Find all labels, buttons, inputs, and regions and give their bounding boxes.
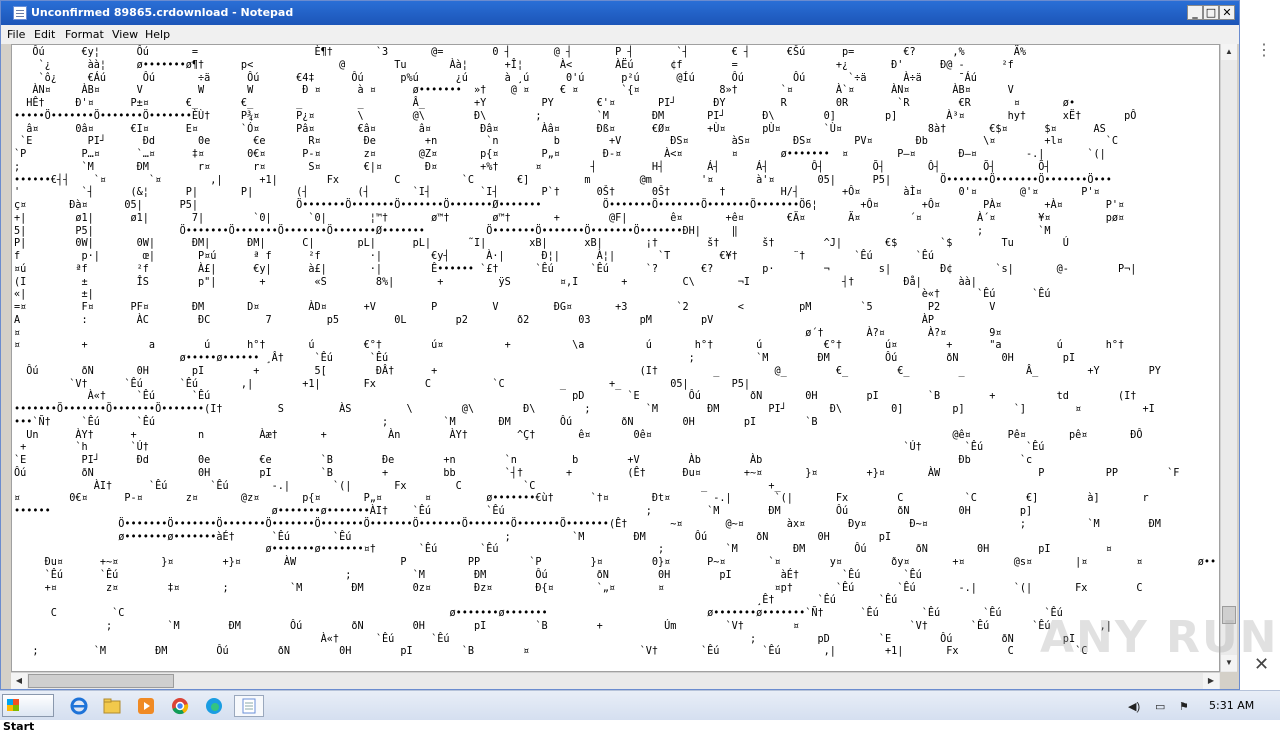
menu-edit[interactable]: Edit [34, 28, 55, 41]
menu-format[interactable]: Format [65, 28, 104, 41]
browser-side-strip [1240, 0, 1280, 690]
start-label: Start [3, 720, 35, 733]
horizontal-scrollbar[interactable]: ◀ ▶ [11, 672, 1220, 689]
menu-file[interactable]: File [7, 28, 25, 41]
windows-logo-icon [7, 699, 19, 711]
action-center-flag-icon[interactable]: ⚑ [1179, 700, 1189, 713]
editor-content[interactable]: Ôú €y¦ Ôú = È¶† `3 @= 0 ┤ @ ┤ P ┤ `┤ € ┤… [12, 45, 1219, 659]
chrome-icon[interactable] [169, 695, 191, 717]
notepad-window: Unconfirmed 89865.crdownload - Notepad _… [0, 0, 1240, 690]
menu-bar: File Edit Format View Help [1, 25, 1239, 44]
start-button[interactable]: Start [2, 694, 54, 733]
anyrun-watermark: ANY RUN [1040, 612, 1279, 663]
scroll-up-arrow-icon[interactable]: ▲ [1221, 44, 1237, 60]
menu-help[interactable]: Help [145, 28, 170, 41]
close-button[interactable]: ✕ [1219, 5, 1235, 20]
scroll-right-arrow-icon[interactable]: ▶ [1203, 673, 1219, 689]
horizontal-scroll-thumb[interactable] [28, 674, 174, 688]
kebab-menu-icon[interactable]: ⋮ [1256, 43, 1272, 59]
menu-view[interactable]: View [112, 28, 138, 41]
notepad-icon [13, 6, 27, 20]
title-bar[interactable]: Unconfirmed 89865.crdownload - Notepad _… [1, 1, 1239, 25]
scroll-left-arrow-icon[interactable]: ◀ [11, 673, 27, 689]
internet-explorer-icon[interactable] [68, 695, 90, 717]
edge-icon[interactable] [203, 695, 225, 717]
file-explorer-icon[interactable] [101, 695, 123, 717]
maximize-button[interactable]: □ [1203, 5, 1219, 20]
taskbar-clock[interactable]: 5:31 AM [1209, 699, 1254, 712]
vertical-scrollbar[interactable]: ▲ ▼ [1220, 44, 1237, 672]
network-icon[interactable]: ▭ [1155, 700, 1165, 713]
text-editor[interactable]: Ôú €y¦ Ôú = È¶† `3 @= 0 ┤ @ ┤ P ┤ `┤ € ┤… [11, 44, 1220, 672]
media-player-icon[interactable] [135, 695, 157, 717]
notepad-taskbar-button[interactable] [234, 695, 264, 717]
window-title: Unconfirmed 89865.crdownload - Notepad [31, 6, 294, 19]
taskbar: Start ◀) ▭ ⚑ 5:31 AM [0, 690, 1280, 733]
volume-icon[interactable]: ◀) [1128, 700, 1140, 713]
minimize-button[interactable]: _ [1187, 5, 1203, 20]
